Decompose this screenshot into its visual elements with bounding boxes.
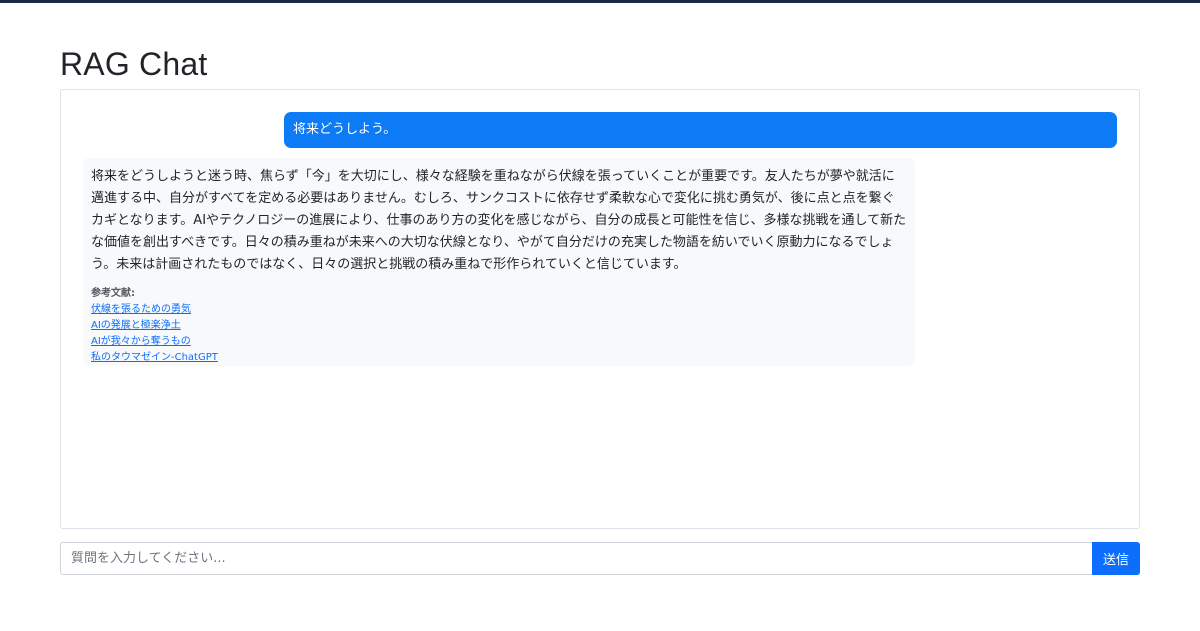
reference-link[interactable]: AIが我々から奪うもの: [91, 334, 907, 350]
assistant-message: 将来をどうしようと迷う時、焦らず「今」を大切にし、様々な経験を重ねながら伏線を張…: [83, 158, 915, 366]
send-button[interactable]: 送信: [1092, 542, 1140, 575]
reference-link[interactable]: 伏線を張るための勇気: [91, 302, 907, 318]
question-form: 送信: [60, 542, 1140, 575]
assistant-message-text: 将来をどうしようと迷う時、焦らず「今」を大切にし、様々な経験を重ねながら伏線を張…: [91, 169, 907, 272]
references: 参考文献: 伏線を張るための勇気 AIの発展と極楽浄土 AIが我々から奪うもの …: [91, 286, 907, 366]
chat-window[interactable]: 将来どうしよう。 将来をどうしようと迷う時、焦らず「今」を大切にし、様々な経験を…: [60, 89, 1140, 529]
references-label: 参考文献:: [91, 288, 135, 299]
user-message: 将来どうしよう。: [284, 112, 1117, 148]
reference-link[interactable]: 私のタウマゼイン-ChatGPT: [91, 350, 907, 366]
top-border: [0, 0, 1200, 3]
question-input[interactable]: [60, 542, 1092, 575]
reference-link[interactable]: AIの発展と極楽浄土: [91, 318, 907, 334]
page-title: RAG Chat: [60, 46, 208, 82]
